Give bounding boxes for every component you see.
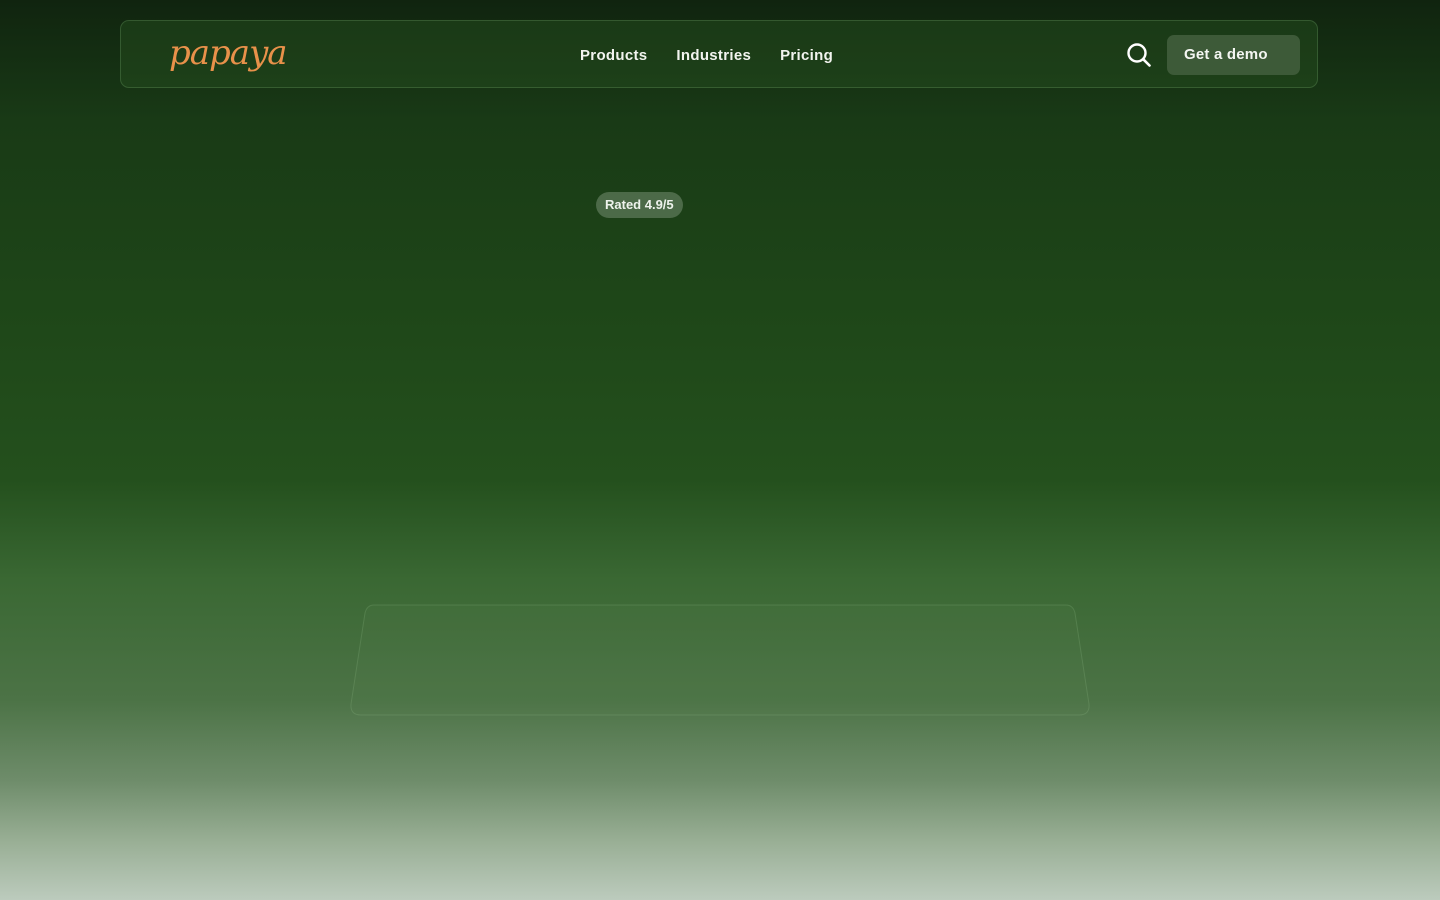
hero-card-outline [350, 604, 1090, 716]
get-demo-button[interactable]: Get a demo [1167, 35, 1300, 75]
search-icon [1127, 43, 1151, 67]
nav-item-pricing[interactable]: Pricing [780, 47, 833, 64]
logo-wordmark: papaya [169, 33, 288, 73]
papaya-logo[interactable]: papaya [169, 33, 293, 77]
rating-badge: Rated 4.9/5 [596, 192, 683, 218]
search-button[interactable] [1125, 41, 1153, 69]
primary-nav: Products Industries Pricing [580, 45, 833, 65]
top-navbar: papaya Products Industries Pricing Get a… [120, 20, 1318, 88]
nav-item-industries[interactable]: Industries [676, 47, 751, 64]
nav-item-products[interactable]: Products [580, 47, 647, 64]
